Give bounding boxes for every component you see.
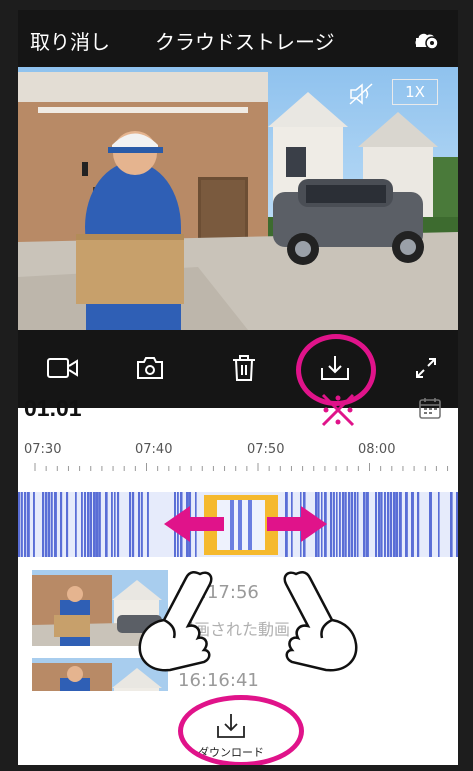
fullscreen-icon[interactable] (406, 350, 446, 386)
recording-segment (417, 492, 420, 557)
cloud-settings-icon[interactable] (414, 28, 440, 50)
date-label: 01.01 (24, 395, 82, 421)
recording-segment (42, 492, 45, 557)
tick-label: 07:40 (135, 442, 173, 457)
timeline-ruler (34, 463, 449, 471)
recording-segment (342, 492, 345, 557)
recording-segment (384, 492, 386, 557)
recording-segment (111, 492, 113, 557)
recording-segment (456, 492, 458, 557)
playback-toolbar (18, 330, 458, 408)
recording-segment (33, 492, 35, 557)
recording-segment (411, 492, 414, 557)
recording-segment (117, 492, 120, 557)
recording-segment (84, 492, 86, 557)
recording-segment (390, 492, 393, 557)
recording-segment (51, 492, 53, 557)
recording-segment (54, 492, 57, 557)
drag-left-arrow-icon (164, 506, 224, 542)
recording-segment (351, 492, 354, 557)
page-title: クラウドストレージ (155, 30, 335, 54)
download-button-highlight-circle (178, 695, 304, 765)
recording-segment (381, 492, 383, 557)
recording-segment (129, 492, 132, 557)
right-hand-gesture-icon (283, 571, 358, 672)
recording-segment (87, 492, 90, 557)
recording-segment (90, 492, 93, 557)
device-frame: 取り消し クラウドストレージ 1X 01.01 07:30 07:40 07:5… (0, 0, 473, 771)
recording-segment (81, 492, 83, 557)
recording-segment (60, 492, 63, 557)
recording-segment (348, 492, 351, 557)
cancel-button[interactable]: 取り消し (30, 26, 110, 55)
recording-segment (99, 492, 101, 557)
recording-segment (48, 492, 51, 557)
speaker-mute-icon[interactable] (348, 82, 376, 106)
recording-segment (27, 492, 30, 557)
app-screen: 取り消し クラウドストレージ 1X 01.01 07:30 07:40 07:5… (18, 10, 458, 765)
recording-segment (363, 492, 366, 557)
recording-segment (96, 492, 99, 557)
calendar-icon[interactable] (418, 396, 442, 420)
recording-segment (138, 492, 141, 557)
tick-label: 08:00 (358, 442, 396, 457)
recording-segment (141, 492, 143, 557)
recording-segment (354, 492, 357, 557)
top-bar: 取り消し クラウドストレージ (18, 10, 458, 67)
recording-segment (345, 492, 347, 557)
recording-segment (393, 492, 396, 557)
recording-segment (75, 492, 77, 557)
zoom-level-badge[interactable]: 1X (392, 79, 438, 105)
recording-segment (336, 492, 338, 557)
recording-segment (438, 492, 440, 557)
drag-right-arrow-icon (267, 506, 327, 542)
recording-segment (375, 492, 378, 557)
recording-segment (330, 492, 333, 557)
recording-segment (387, 492, 390, 557)
recording-segment (366, 492, 369, 557)
recording-segment (24, 492, 27, 557)
recording-segment (147, 492, 149, 557)
recording-segment (114, 492, 116, 557)
video-record-icon[interactable] (43, 350, 83, 386)
recording-segment (399, 492, 402, 557)
recording-segment (132, 492, 135, 557)
list-item[interactable]: 17:17:56 録画された動画 (18, 570, 458, 650)
recording-segment (339, 492, 341, 557)
recording-segment (18, 492, 21, 557)
recording-segment (378, 492, 381, 557)
recording-segment (333, 492, 335, 557)
left-hand-gesture-icon (138, 571, 213, 672)
timeline-track[interactable] (18, 492, 458, 557)
video-preview[interactable]: 1X (18, 67, 458, 330)
recording-segment (66, 492, 69, 557)
recording-segment (357, 492, 359, 557)
recording-segment (21, 492, 23, 557)
recording-segment (93, 492, 96, 557)
tick-label: 07:50 (247, 442, 285, 457)
recording-segment (105, 492, 108, 557)
recording-segment (405, 492, 408, 557)
recording-segment (429, 492, 432, 557)
camera-snapshot-icon[interactable] (130, 350, 170, 386)
recording-segment (396, 492, 399, 557)
trash-icon[interactable] (224, 350, 264, 386)
cross-mark-icon (321, 393, 355, 427)
tick-label: 07:30 (24, 442, 62, 457)
recording-segment (450, 492, 453, 557)
video-frame-image (18, 67, 458, 330)
recording-segment (45, 492, 48, 557)
